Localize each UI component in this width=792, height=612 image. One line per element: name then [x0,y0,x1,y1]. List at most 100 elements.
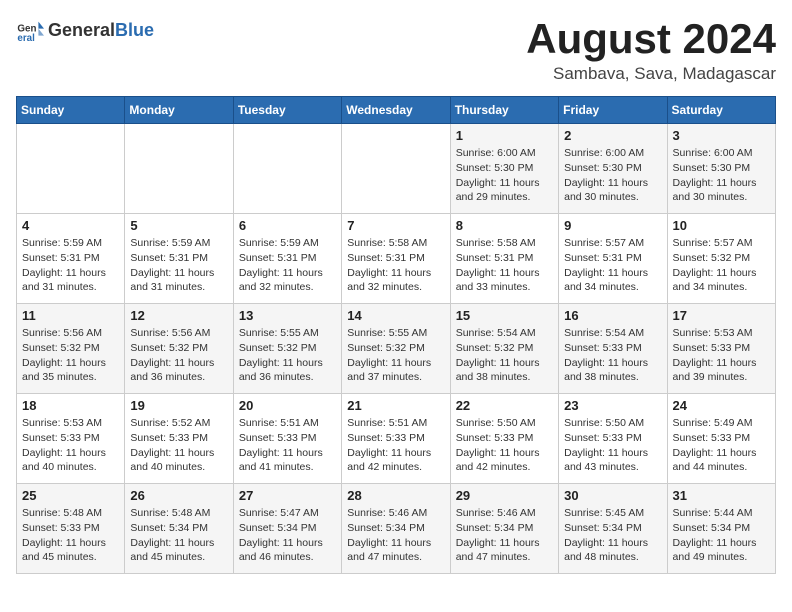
day-number: 13 [239,308,336,323]
week-row-3: 11 Sunrise: 5:56 AMSunset: 5:32 PMDayligh… [17,304,776,394]
day-number: 7 [347,218,444,233]
calendar-cell: 26 Sunrise: 5:48 AMSunset: 5:34 PMDayligh… [125,484,233,574]
day-info: Sunrise: 5:56 AMSunset: 5:32 PMDaylight:… [22,326,119,385]
day-number: 19 [130,398,227,413]
calendar-cell: 10Sunrise: 5:57 AMSunset: 5:32 PMDayligh… [667,214,775,304]
day-info: Sunrise: 5:51 AMSunset: 5:33 PMDaylight:… [239,416,336,475]
calendar-cell: 1 Sunrise: 6:00 AMSunset: 5:30 PMDaylight… [450,124,558,214]
week-row-1: 1 Sunrise: 6:00 AMSunset: 5:30 PMDaylight… [17,124,776,214]
day-info: Sunrise: 5:46 AMSunset: 5:34 PMDaylight:… [347,506,444,565]
day-info: Sunrise: 5:50 AMSunset: 5:33 PMDaylight:… [564,416,661,475]
calendar-cell: 23 Sunrise: 5:50 AMSunset: 5:33 PMDayligh… [559,394,667,484]
title-area: August 2024 Sambava, Sava, Madagascar [526,16,776,84]
calendar-cell: 2 Sunrise: 6:00 AMSunset: 5:30 PMDaylight… [559,124,667,214]
logo-icon: Gen eral [16,16,44,44]
day-info: Sunrise: 5:45 AMSunset: 5:34 PMDaylight:… [564,506,661,565]
logo-blue: Blue [115,20,154,41]
calendar: SundayMondayTuesdayWednesdayThursdayFrid… [16,96,776,574]
day-info: Sunrise: 5:58 AMSunset: 5:31 PMDaylight:… [347,236,444,295]
day-info: Sunrise: 5:57 AMSunset: 5:32 PMDaylight:… [673,236,770,295]
calendar-cell: 20Sunrise: 5:51 AMSunset: 5:33 PMDayligh… [233,394,341,484]
day-info: Sunrise: 5:50 AMSunset: 5:33 PMDaylight:… [456,416,553,475]
day-number: 31 [673,488,770,503]
calendar-cell: 30 Sunrise: 5:45 AMSunset: 5:34 PMDayligh… [559,484,667,574]
day-info: Sunrise: 5:51 AMSunset: 5:33 PMDaylight:… [347,416,444,475]
calendar-cell: 19 Sunrise: 5:52 AMSunset: 5:33 PMDayligh… [125,394,233,484]
day-info: Sunrise: 5:53 AMSunset: 5:33 PMDaylight:… [673,326,770,385]
logo-text: General Blue [48,20,154,41]
calendar-cell [342,124,450,214]
day-number: 2 [564,128,661,143]
day-info: Sunrise: 5:52 AMSunset: 5:33 PMDaylight:… [130,416,227,475]
calendar-cell: 29Sunrise: 5:46 AMSunset: 5:34 PMDayligh… [450,484,558,574]
day-number: 15 [456,308,553,323]
day-number: 9 [564,218,661,233]
calendar-cell: 18Sunrise: 5:53 AMSunset: 5:33 PMDayligh… [17,394,125,484]
weekday-header-saturday: Saturday [667,97,775,124]
calendar-cell: 16 Sunrise: 5:54 AMSunset: 5:33 PMDayligh… [559,304,667,394]
calendar-cell: 4Sunrise: 5:59 AMSunset: 5:31 PMDaylight… [17,214,125,304]
day-number: 3 [673,128,770,143]
calendar-cell: 24 Sunrise: 5:49 AMSunset: 5:33 PMDayligh… [667,394,775,484]
calendar-cell: 27 Sunrise: 5:47 AMSunset: 5:34 PMDayligh… [233,484,341,574]
day-number: 6 [239,218,336,233]
weekday-header-tuesday: Tuesday [233,97,341,124]
day-info: Sunrise: 5:57 AMSunset: 5:31 PMDaylight:… [564,236,661,295]
day-number: 14 [347,308,444,323]
calendar-cell: 22Sunrise: 5:50 AMSunset: 5:33 PMDayligh… [450,394,558,484]
day-info: Sunrise: 5:59 AMSunset: 5:31 PMDaylight:… [239,236,336,295]
day-info: Sunrise: 5:54 AMSunset: 5:33 PMDaylight:… [564,326,661,385]
day-info: Sunrise: 5:53 AMSunset: 5:33 PMDaylight:… [22,416,119,475]
calendar-cell: 7 Sunrise: 5:58 AMSunset: 5:31 PMDaylight… [342,214,450,304]
page-header: Gen eral General Blue August 2024 Sambav… [16,16,776,84]
calendar-cell: 15 Sunrise: 5:54 AMSunset: 5:32 PMDayligh… [450,304,558,394]
svg-text:eral: eral [17,33,35,44]
day-number: 30 [564,488,661,503]
logo: Gen eral General Blue [16,16,154,44]
calendar-cell: 12 Sunrise: 5:56 AMSunset: 5:32 PMDayligh… [125,304,233,394]
weekday-header-monday: Monday [125,97,233,124]
day-number: 27 [239,488,336,503]
day-number: 12 [130,308,227,323]
month-year: August 2024 [526,16,776,62]
day-number: 24 [673,398,770,413]
calendar-cell [233,124,341,214]
calendar-cell: 17 Sunrise: 5:53 AMSunset: 5:33 PMDayligh… [667,304,775,394]
calendar-cell: 9 Sunrise: 5:57 AMSunset: 5:31 PMDaylight… [559,214,667,304]
day-number: 5 [130,218,227,233]
day-number: 1 [456,128,553,143]
day-info: Sunrise: 5:48 AMSunset: 5:34 PMDaylight:… [130,506,227,565]
logo-general: General [48,20,115,41]
day-info: Sunrise: 5:48 AMSunset: 5:33 PMDaylight:… [22,506,119,565]
day-number: 8 [456,218,553,233]
day-number: 23 [564,398,661,413]
week-row-4: 18Sunrise: 5:53 AMSunset: 5:33 PMDayligh… [17,394,776,484]
day-info: Sunrise: 6:00 AMSunset: 5:30 PMDaylight:… [456,146,553,205]
day-info: Sunrise: 5:55 AMSunset: 5:32 PMDaylight:… [347,326,444,385]
day-info: Sunrise: 5:47 AMSunset: 5:34 PMDaylight:… [239,506,336,565]
day-info: Sunrise: 5:55 AMSunset: 5:32 PMDaylight:… [239,326,336,385]
day-number: 21 [347,398,444,413]
day-number: 26 [130,488,227,503]
calendar-cell: 13 Sunrise: 5:55 AMSunset: 5:32 PMDayligh… [233,304,341,394]
day-info: Sunrise: 6:00 AMSunset: 5:30 PMDaylight:… [564,146,661,205]
calendar-cell: 31 Sunrise: 5:44 AMSunset: 5:34 PMDayligh… [667,484,775,574]
calendar-cell: 6 Sunrise: 5:59 AMSunset: 5:31 PMDaylight… [233,214,341,304]
calendar-cell: 3 Sunrise: 6:00 AMSunset: 5:30 PMDaylight… [667,124,775,214]
day-number: 4 [22,218,119,233]
week-row-2: 4 Sunrise: 5:59 AMSunset: 5:31 PMDaylight… [17,214,776,304]
day-info: Sunrise: 5:54 AMSunset: 5:32 PMDaylight:… [456,326,553,385]
calendar-cell: 21 Sunrise: 5:51 AMSunset: 5:33 PMDayligh… [342,394,450,484]
day-info: Sunrise: 5:44 AMSunset: 5:34 PMDaylight:… [673,506,770,565]
calendar-cell: 14 Sunrise: 5:55 AMSunset: 5:32 PMDayligh… [342,304,450,394]
day-number: 16 [564,308,661,323]
calendar-cell [17,124,125,214]
day-info: Sunrise: 5:56 AMSunset: 5:32 PMDaylight:… [130,326,227,385]
week-row-5: 25Sunrise: 5:48 AMSunset: 5:33 PMDayligh… [17,484,776,574]
calendar-cell: 25Sunrise: 5:48 AMSunset: 5:33 PMDayligh… [17,484,125,574]
day-info: Sunrise: 6:00 AMSunset: 5:30 PMDaylight:… [673,146,770,205]
day-info: Sunrise: 5:49 AMSunset: 5:33 PMDaylight:… [673,416,770,475]
day-info: Sunrise: 5:59 AMSunset: 5:31 PMDaylight:… [130,236,227,295]
day-number: 17 [673,308,770,323]
day-number: 11 [22,308,119,323]
